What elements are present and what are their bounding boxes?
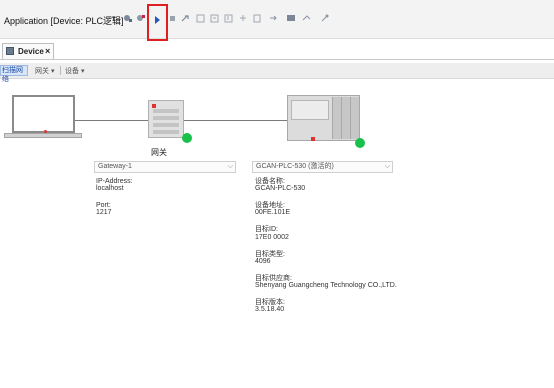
device-select-value: GCAN-PLC-530 (激活的) [256, 163, 334, 170]
gateway-status-icon [182, 133, 192, 143]
gateway-select-value: Gateway-1 [98, 163, 132, 170]
gateway-slot [153, 116, 179, 120]
target-id-value: 17E0 0002 [255, 234, 289, 241]
chevron-down-icon: ⌵ [384, 163, 390, 170]
ip-address-value: localhost [96, 185, 124, 192]
run-icon[interactable] [155, 16, 160, 24]
step-into-icon[interactable] [210, 14, 220, 23]
forward-icon[interactable] [268, 14, 278, 23]
gateway-menu[interactable]: 网关 ▾ [35, 66, 54, 76]
application-selector[interactable]: Application [Device: PLC逻辑] [4, 14, 124, 27]
editor-tab-bar [0, 42, 554, 60]
gateway-label: 网关 [151, 148, 167, 157]
tools-icon[interactable] [302, 14, 312, 23]
login-icon[interactable] [123, 14, 133, 23]
step-out-icon[interactable] [224, 14, 234, 23]
chevron-down-icon: ⌵ [227, 163, 233, 170]
target-vendor-value: Shenyang Guangcheng Technology CO.,LTD. [255, 282, 397, 289]
plc-status-icon [355, 138, 365, 148]
plc-module [341, 97, 350, 139]
tab-device[interactable]: Device × [2, 43, 54, 59]
monitor-icon[interactable] [286, 14, 296, 23]
chevron-down-icon: ▾ [50, 68, 55, 75]
gateway-slot [153, 123, 179, 127]
device-name-value: GCAN-PLC-530 [255, 185, 306, 192]
device-address-value: 00FE.101E [255, 209, 291, 216]
chevron-down-icon[interactable]: ▾ [112, 14, 116, 22]
settings-icon[interactable] [320, 14, 330, 23]
device-menu[interactable]: 设备 ▾ [65, 66, 84, 76]
close-icon[interactable]: × [45, 46, 50, 56]
laptop-icon [12, 95, 75, 133]
target-type-value: 4096 [255, 258, 271, 265]
laptop-indicator [44, 130, 47, 133]
plc-module [350, 97, 359, 139]
plc-display [291, 100, 329, 120]
tab-device-label: Device [18, 47, 44, 56]
gateway-slot [153, 130, 179, 134]
target-version-value: 3.5.18.40 [255, 306, 285, 313]
divider [60, 66, 61, 75]
step-over-icon[interactable] [196, 14, 206, 23]
reset-icon[interactable] [180, 14, 190, 23]
target-id-label: 目标ID: [255, 226, 278, 233]
gateway-slot [153, 109, 179, 113]
device-menu-label: 设备 [65, 68, 79, 75]
write-values-icon[interactable] [252, 14, 262, 23]
scan-network-button[interactable]: 扫描网络 [0, 65, 28, 83]
device-icon [6, 47, 14, 55]
logout-icon[interactable] [136, 14, 146, 23]
laptop-base [4, 133, 82, 138]
gateway-menu-label: 网关 [35, 68, 49, 75]
stop-icon[interactable] [168, 14, 178, 23]
breakpoint-icon[interactable] [238, 14, 248, 23]
chevron-down-icon: ▾ [80, 68, 85, 75]
gateway-select[interactable]: Gateway-1 ⌵ [94, 161, 236, 173]
plc-indicator [311, 137, 315, 141]
port-value: 1217 [96, 209, 112, 216]
plc-module [332, 97, 341, 139]
device-select[interactable]: GCAN-PLC-530 (激活的) ⌵ [252, 161, 393, 173]
gateway-indicator [152, 104, 156, 108]
